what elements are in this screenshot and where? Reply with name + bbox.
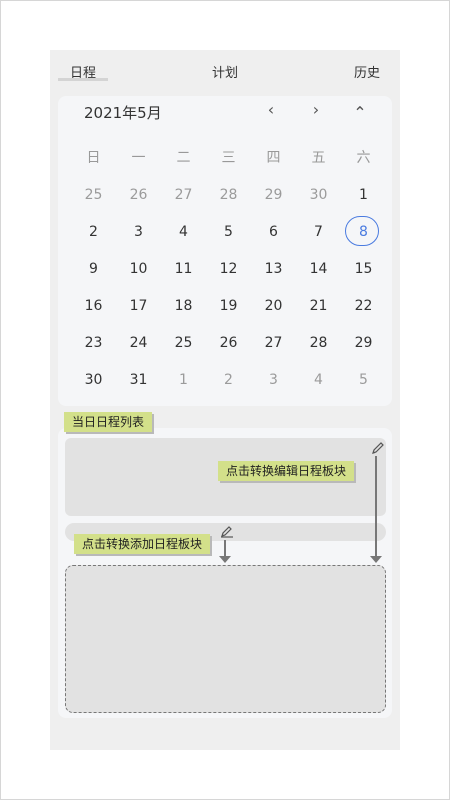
calendar-day[interactable]: 31 — [116, 362, 161, 399]
next-month-button[interactable]: › — [306, 100, 326, 120]
calendar-grid: 日 一 二 三 四 五 六 25 26 27 28 29 30 1 2 3 4 5 6 7 8 9 10 11 1… — [71, 140, 386, 399]
weekday-label: 三 — [221, 150, 236, 166]
chevron-right-icon: › — [312, 100, 320, 119]
prev-month-button[interactable]: ‹ — [261, 100, 281, 120]
calendar-day[interactable]: 5 — [341, 362, 386, 399]
month-title: 2021年5月 — [84, 104, 162, 122]
calendar-day[interactable]: 23 — [71, 325, 116, 362]
calendar-day[interactable]: 13 — [251, 251, 296, 288]
note-edit-toggle: 点击转换编辑日程板块 — [218, 461, 355, 481]
calendar-day[interactable]: 21 — [296, 288, 341, 325]
calendar-day-number: 8 — [359, 224, 368, 240]
calendar-day[interactable]: 19 — [206, 288, 251, 325]
note-daily-list: 当日日程列表 — [64, 412, 153, 432]
calendar-day[interactable]: 25 — [71, 177, 116, 214]
edit-arrow-line — [375, 456, 377, 556]
top-tabs: 日程 计划 历史 — [50, 50, 400, 86]
calendar-day[interactable]: 22 — [341, 288, 386, 325]
calendar-day[interactable]: 28 — [206, 177, 251, 214]
calendar-day[interactable]: 30 — [71, 362, 116, 399]
add-edit-icon[interactable] — [220, 524, 234, 541]
weekday-label: 二 — [176, 150, 191, 166]
add-arrow-line — [224, 540, 226, 556]
calendar-day[interactable]: 16 — [71, 288, 116, 325]
pencil-icon[interactable] — [371, 441, 385, 458]
calendar-day[interactable]: 4 — [161, 214, 206, 251]
calendar-day[interactable]: 18 — [161, 288, 206, 325]
calendar-day[interactable]: 30 — [296, 177, 341, 214]
tab-plan[interactable]: 计划 — [212, 62, 238, 81]
calendar-day[interactable]: 1 — [341, 177, 386, 214]
calendar-day[interactable]: 15 — [341, 251, 386, 288]
calendar-day[interactable]: 24 — [116, 325, 161, 362]
calendar-day[interactable]: 14 — [296, 251, 341, 288]
calendar-day[interactable]: 1 — [161, 362, 206, 399]
calendar-day[interactable]: 29 — [251, 177, 296, 214]
add-arrow-head-icon — [219, 556, 231, 563]
weekday-label: 六 — [356, 150, 371, 166]
calendar-day[interactable]: 28 — [296, 325, 341, 362]
weekday-header: 日 一 二 三 四 五 六 — [71, 140, 386, 177]
calendar-week-row: 16 17 18 19 20 21 22 — [71, 288, 386, 325]
chevron-up-icon: ⌃ — [353, 103, 367, 122]
collapse-calendar-button[interactable]: ⌃ — [350, 103, 370, 123]
calendar-day[interactable]: 20 — [251, 288, 296, 325]
calendar-day[interactable]: 25 — [161, 325, 206, 362]
calendar-day[interactable]: 3 — [251, 362, 296, 399]
calendar-day[interactable]: 5 — [206, 214, 251, 251]
calendar-day[interactable]: 26 — [206, 325, 251, 362]
calendar-day[interactable]: 11 — [161, 251, 206, 288]
calendar-day[interactable]: 7 — [296, 214, 341, 251]
calendar-day[interactable]: 29 — [341, 325, 386, 362]
note-add-toggle: 点击转换添加日程板块 — [74, 534, 211, 554]
calendar-day[interactable]: 26 — [116, 177, 161, 214]
calendar-day[interactable]: 10 — [116, 251, 161, 288]
calendar-week-row: 30 31 1 2 3 4 5 — [71, 362, 386, 399]
weekday-label: 日 — [86, 150, 101, 166]
weekday-label: 一 — [131, 150, 146, 166]
calendar-day[interactable]: 17 — [116, 288, 161, 325]
tab-active-indicator — [58, 78, 108, 81]
calendar-day[interactable]: 9 — [71, 251, 116, 288]
weekday-label: 四 — [266, 150, 281, 166]
calendar-week-row: 9 10 11 12 13 14 15 — [71, 251, 386, 288]
edit-arrow-head-icon — [370, 556, 382, 563]
calendar-day[interactable]: 2 — [206, 362, 251, 399]
calendar-day[interactable]: 3 — [116, 214, 161, 251]
calendar-day[interactable]: 27 — [251, 325, 296, 362]
calendar-day[interactable]: 6 — [251, 214, 296, 251]
calendar-week-row: 23 24 25 26 27 28 29 — [71, 325, 386, 362]
calendar-week-row: 25 26 27 28 29 30 1 — [71, 177, 386, 214]
weekday-label: 五 — [311, 150, 326, 166]
calendar-day[interactable]: 12 — [206, 251, 251, 288]
tab-history[interactable]: 历史 — [354, 62, 380, 81]
calendar-day[interactable]: 4 — [296, 362, 341, 399]
calendar-day[interactable]: 2 — [71, 214, 116, 251]
chevron-left-icon: ‹ — [267, 100, 275, 119]
add-schedule-panel[interactable] — [65, 565, 386, 713]
calendar-week-row: 234567 8 — [71, 214, 386, 251]
calendar-day-selected[interactable]: 8 — [341, 214, 386, 251]
app-screen: 日程 计划 历史 2021年5月 ‹ › ⌃ 日 一 二 三 四 五 六 25 2… — [50, 50, 400, 750]
calendar-day[interactable]: 27 — [161, 177, 206, 214]
calendar-card: 2021年5月 ‹ › ⌃ 日 一 二 三 四 五 六 25 26 27 28 29 30… — [58, 96, 392, 406]
